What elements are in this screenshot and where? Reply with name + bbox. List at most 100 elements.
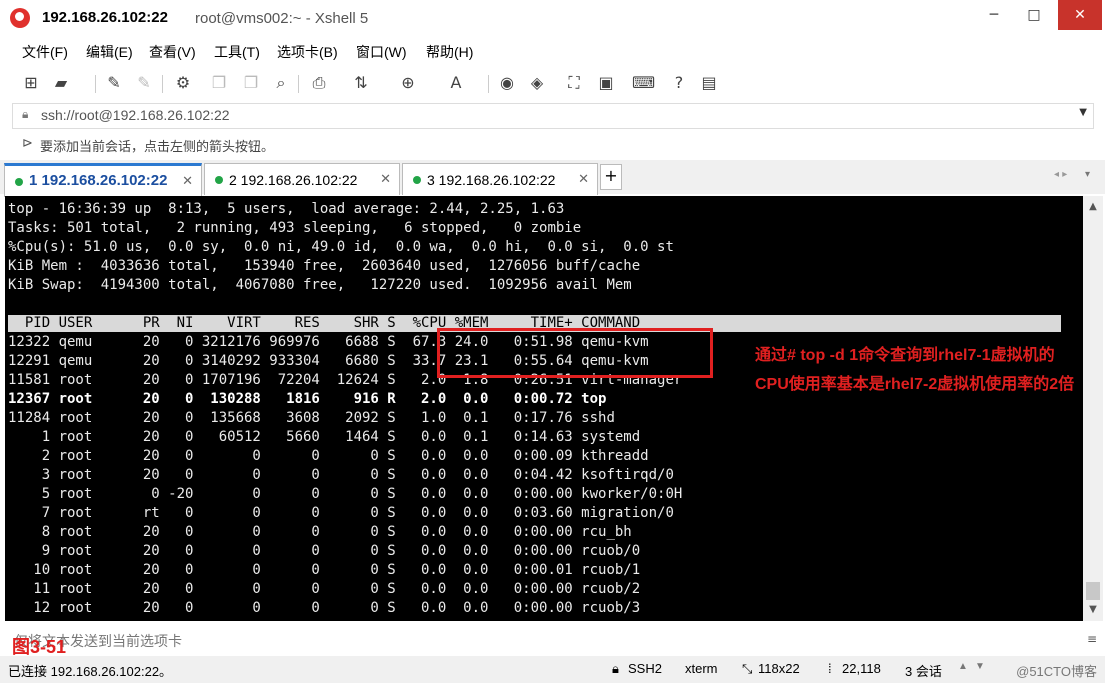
watermark: @51CTO博客 — [1016, 664, 1097, 679]
address-bar[interactable]: 🔒︎ ssh://root@192.168.26.102:22 ▼ — [12, 103, 1094, 129]
top-summary-line: KiB Swap: 4194300 total, 4067080 free, 1… — [8, 277, 632, 293]
process-row: 2 root 20 0 0 0 0 S 0.0 0.0 0:00.09 kthr… — [8, 448, 649, 464]
top-summary-line: top - 16:36:39 up 8:13, 5 users, load av… — [8, 201, 565, 217]
status-dot-icon — [413, 176, 421, 184]
tab-session-3[interactable]: 3 192.168.26.102:22 ✕ — [402, 163, 598, 195]
tab-label: 2 192.168.26.102:22 — [229, 172, 358, 188]
menu-bar: 文件(F) 编辑(E) 查看(V) 工具(T) 选项卡(B) 窗口(W) 帮助(… — [0, 37, 1105, 65]
menu-lines-icon[interactable]: ≡ — [1087, 632, 1097, 646]
cursor-position-status: 22,118 — [842, 661, 881, 676]
process-row: 1 root 20 0 60512 5660 1464 S 0.0 0.1 0:… — [8, 429, 641, 445]
find-icon[interactable]: ⌕ — [270, 72, 292, 94]
tab-bar: 1 192.168.26.102:22 ✕ 2 192.168.26.102:2… — [0, 160, 1105, 197]
process-row-top: 12367 root 20 0 130288 1816 916 R 2.0 0.… — [8, 391, 607, 407]
close-tab-icon[interactable]: ✕ — [182, 173, 193, 189]
font-icon[interactable]: A — [445, 72, 467, 94]
highlight-box — [437, 328, 713, 378]
close-tab-icon[interactable]: ✕ — [578, 171, 589, 187]
send-input-bar[interactable]: 仅将文本发送到当前选项卡 图3-51 ≡ — [0, 626, 1105, 657]
terminal-area[interactable]: top - 16:36:39 up 8:13, 5 users, load av… — [5, 196, 1083, 621]
window-title-host: 192.168.26.102:22 — [42, 9, 168, 26]
annotation-text: 通过# top -d 1命令查询到rhel7-1虚拟机的CPU使用率基本是rhe… — [755, 347, 1075, 393]
tab-label: 1 192.168.26.102:22 — [29, 172, 168, 189]
protocol-status: SSH2 — [628, 661, 662, 676]
menu-edit[interactable]: 编辑(E) — [86, 42, 133, 62]
fullscreen-icon[interactable]: ⛶ — [563, 72, 585, 94]
bookmark-arrow-icon[interactable]: ⊳ — [22, 136, 33, 151]
chevron-down-icon[interactable]: ▼ — [1079, 107, 1087, 118]
address-input[interactable]: ssh://root@192.168.26.102:22 — [41, 107, 230, 123]
process-row: 10 root 20 0 0 0 0 S 0.0 0.0 0:00.01 rcu… — [8, 562, 641, 578]
close-button[interactable]: ✕ — [1058, 0, 1102, 30]
lock-icon[interactable]: ▣ — [595, 72, 617, 94]
menu-view[interactable]: 查看(V) — [149, 42, 196, 62]
toolbar: ⊞ ▰ ✎ ✎ ⚙ ❐ ❐ ⌕ ⎙ ⇅ ⊕ A ◉ ◈ ⛶ ▣ ⌨ ? ▤ — [0, 67, 1105, 101]
sessions-count-status: 3 会话 — [905, 664, 942, 679]
xshell-logo-icon — [10, 8, 30, 28]
chat-icon[interactable]: ▤ — [698, 72, 720, 94]
keyboard-icon[interactable]: ⌨ — [632, 72, 655, 94]
xmanager-icon[interactable]: ◈ — [526, 72, 548, 94]
process-row: 12 root 20 0 0 0 0 S 0.0 0.0 0:00.00 rcu… — [8, 600, 641, 616]
print-icon[interactable]: ⎙ — [308, 72, 330, 94]
tab-session-2[interactable]: 2 192.168.26.102:22 ✕ — [204, 163, 400, 195]
process-row: 7 root rt 0 0 0 0 S 0.0 0.0 0:03.60 migr… — [8, 505, 674, 521]
toolbar-separator — [488, 75, 489, 93]
close-tab-icon[interactable]: ✕ — [380, 171, 391, 187]
tab-session-1[interactable]: 1 192.168.26.102:22 ✕ — [4, 163, 202, 197]
disconnect-icon[interactable]: ✎ — [133, 72, 155, 94]
scroll-up-icon[interactable]: ▲ — [1083, 198, 1103, 216]
lock-icon: 🔒︎ — [22, 107, 29, 121]
tab-list-icon[interactable]: ▾ — [1085, 169, 1090, 180]
scrollbar-thumb[interactable] — [1086, 582, 1100, 600]
new-session-icon[interactable]: ⊞ — [20, 72, 42, 94]
session-hint-text: 要添加当前会话，点击左侧的箭头按钮。 — [40, 139, 275, 154]
copy-icon[interactable]: ❐ — [208, 72, 230, 94]
process-row: 8 root 20 0 0 0 0 S 0.0 0.0 0:00.00 rcu_… — [8, 524, 632, 540]
toolbar-separator — [95, 75, 96, 93]
add-tab-button[interactable]: + — [600, 164, 622, 190]
menu-help[interactable]: 帮助(H) — [426, 42, 473, 62]
status-dot-icon — [15, 178, 23, 186]
maximize-button[interactable]: □ — [1016, 0, 1052, 30]
terminal-scrollbar[interactable]: ▲ ▼ — [1083, 196, 1103, 621]
top-summary-line: Tasks: 501 total, 2 running, 493 sleepin… — [8, 220, 582, 236]
scroll-down-icon[interactable]: ▼ — [1083, 601, 1103, 619]
process-row: 11 root 20 0 0 0 0 S 0.0 0.0 0:00.00 rcu… — [8, 581, 641, 597]
globe-icon[interactable]: ⊕ — [397, 72, 419, 94]
window-title-app: root@vms002:~ - Xshell 5 — [195, 10, 369, 27]
process-row: 3 root 20 0 0 0 0 S 0.0 0.0 0:04.42 ksof… — [8, 467, 674, 483]
tab-label: 3 192.168.26.102:22 — [427, 172, 556, 188]
process-row: 5 root 0 -20 0 0 0 S 0.0 0.0 0:00.00 kwo… — [8, 486, 683, 502]
menu-file[interactable]: 文件(F) — [22, 42, 68, 62]
process-row: 11284 root 20 0 135668 3608 2092 S 1.0 0… — [8, 410, 615, 426]
menu-tools[interactable]: 工具(T) — [214, 42, 260, 62]
toolbar-separator — [162, 75, 163, 93]
cursor-icon: ⁞ — [828, 661, 832, 676]
arrow-up-icon[interactable]: ▲ — [958, 661, 968, 672]
status-dot-icon — [215, 176, 223, 184]
top-summary-line: KiB Mem : 4033636 total, 153940 free, 26… — [8, 258, 641, 274]
title-bar: 192.168.26.102:22 root@vms002:~ - Xshell… — [0, 0, 1105, 37]
terminal-size-status: 118x22 — [758, 661, 800, 676]
connection-status: 已连接 192.168.26.102:22。 — [8, 664, 173, 679]
reconnect-icon[interactable]: ✎ — [103, 72, 125, 94]
properties-icon[interactable]: ⚙ — [172, 72, 194, 94]
menu-window[interactable]: 窗口(W) — [356, 42, 407, 62]
lock-icon: 🔒︎ — [612, 661, 619, 676]
resize-icon: ⤡ — [742, 661, 753, 676]
paste-icon[interactable]: ❐ — [240, 72, 262, 94]
arrow-down-icon[interactable]: ▼ — [975, 661, 985, 672]
status-bar: 已连接 192.168.26.102:22。 🔒︎ SSH2 xterm ⤡ 1… — [0, 656, 1105, 683]
menu-tabs[interactable]: 选项卡(B) — [277, 42, 338, 62]
tab-scroll-left-icon[interactable]: ◂ ▸ — [1054, 169, 1067, 180]
top-summary-line: %Cpu(s): 51.0 us, 0.0 sy, 0.0 ni, 49.0 i… — [8, 239, 674, 255]
xftp-icon[interactable]: ◉ — [496, 72, 518, 94]
minimize-button[interactable]: ─ — [976, 0, 1012, 30]
open-folder-icon[interactable]: ▰ — [50, 72, 72, 94]
transfer-icon[interactable]: ⇅ — [350, 72, 372, 94]
process-row: 9 root 20 0 0 0 0 S 0.0 0.0 0:00.00 rcuo… — [8, 543, 641, 559]
toolbar-separator — [298, 75, 299, 93]
help-icon[interactable]: ? — [668, 72, 690, 94]
terminal-type-status: xterm — [685, 661, 718, 676]
